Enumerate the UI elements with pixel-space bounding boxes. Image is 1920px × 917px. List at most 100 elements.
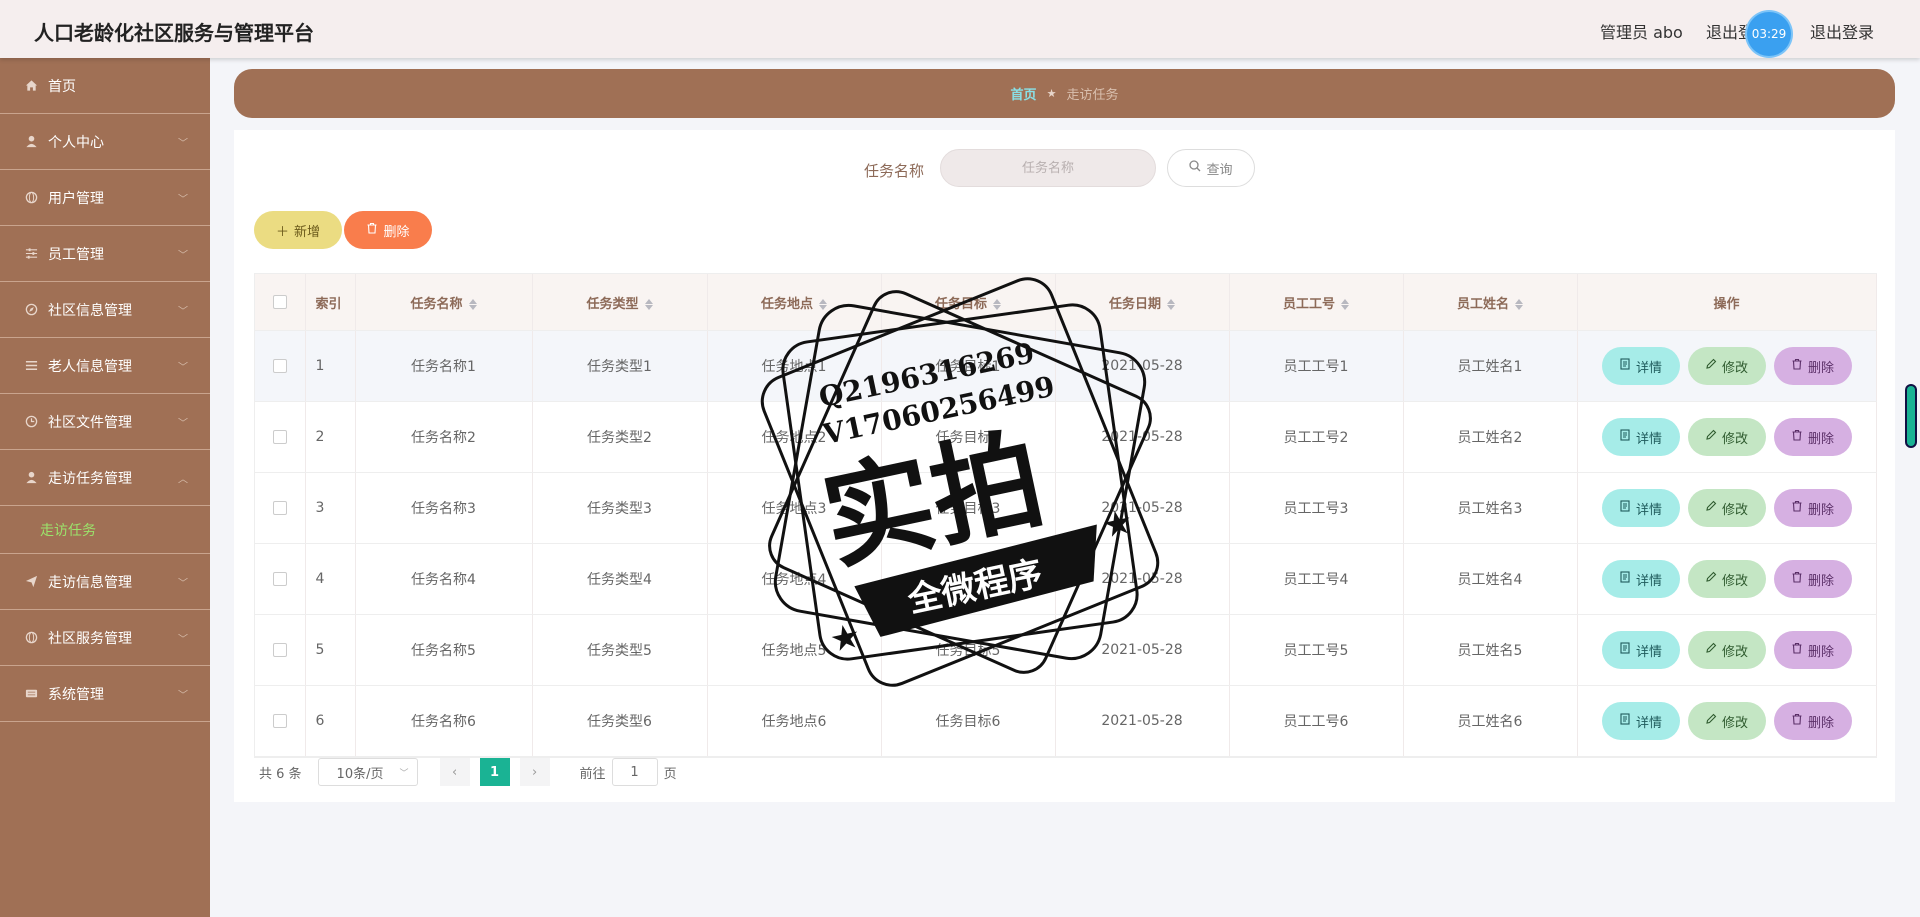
delete-button[interactable]: 删除	[1773, 418, 1852, 456]
detail-button[interactable]: 详情	[1601, 489, 1680, 527]
col-task-type[interactable]: 任务类型	[532, 274, 708, 331]
edit-button[interactable]: 修改	[1687, 347, 1766, 385]
table-row[interactable]: 1 任务名称1 任务类型1 任务地点1 任务目标1 2021-05-28 员工工号1 员工姓名…	[255, 330, 1877, 402]
timer-badge[interactable]: 03:29	[1747, 12, 1791, 56]
cell-date: 2021-05-28	[1055, 401, 1230, 473]
cell-type: 任务类型6	[532, 685, 708, 757]
pencil-icon	[1705, 429, 1717, 445]
add-button[interactable]: ＋ 新增	[254, 211, 342, 249]
table-row[interactable]: 2 任务名称2 任务类型2 任务地点2 任务目标2 2021-05-28 员工工号2 员工姓名…	[255, 401, 1877, 473]
cell-name: 任务名称2	[355, 401, 533, 473]
chevron-down-icon: ﹀	[178, 194, 188, 205]
sort-icon[interactable]	[1341, 298, 1349, 311]
goto-page-input[interactable]	[611, 758, 658, 786]
row-checkbox[interactable]	[272, 501, 287, 515]
chevron-down-icon: ﹀	[178, 138, 188, 149]
breadcrumb-home[interactable]: 首页	[1011, 84, 1037, 103]
row-checkbox[interactable]	[272, 572, 287, 586]
sidebar-item-label: 系统管理	[48, 686, 104, 703]
sidebar-item-home[interactable]: 首页	[0, 58, 210, 114]
cell-name: 任务名称3	[355, 472, 533, 544]
col-task-date[interactable]: 任务日期	[1055, 274, 1230, 331]
search-icon	[1189, 160, 1201, 176]
col-emp-no[interactable]: 员工工号	[1229, 274, 1404, 331]
table-row[interactable]: 6 任务名称6 任务类型6 任务地点6 任务目标6 2021-05-28 员工工号6 员工姓名…	[255, 685, 1877, 757]
sidebar-item-users[interactable]: 用户管理 ﹀	[0, 170, 210, 226]
row-checkbox[interactable]	[272, 714, 287, 728]
sidebar-item-visit-task-mgmt[interactable]: 走访任务管理 ︿	[0, 450, 210, 506]
edit-button[interactable]: 修改	[1687, 702, 1766, 740]
col-emp-name[interactable]: 员工姓名	[1403, 274, 1578, 331]
search-button[interactable]: 查询	[1167, 149, 1255, 187]
cell-actions: 详情 修改 删除	[1577, 472, 1877, 544]
document-icon	[1619, 642, 1631, 658]
edit-button-label: 修改	[1721, 360, 1748, 376]
sidebar-item-community-service[interactable]: 社区服务管理 ﹀	[0, 610, 210, 666]
batch-delete-button[interactable]: 删除	[344, 211, 432, 249]
logout-link[interactable]: 退出登录	[1810, 19, 1874, 43]
sidebar-item-label: 老人信息管理	[48, 358, 132, 375]
cell-date: 2021-05-28	[1055, 614, 1230, 686]
row-checkbox[interactable]	[272, 359, 287, 373]
delete-button[interactable]: 删除	[1773, 702, 1852, 740]
edit-button[interactable]: 修改	[1687, 560, 1766, 598]
delete-button[interactable]: 删除	[1773, 560, 1852, 598]
search-input[interactable]	[940, 149, 1156, 187]
cell-actions: 详情 修改 删除	[1577, 685, 1877, 757]
sidebar-item-community-files[interactable]: 社区文件管理 ﹀	[0, 394, 210, 450]
page-button-1[interactable]: 1	[479, 758, 510, 786]
sort-icon[interactable]	[819, 298, 827, 311]
select-all-checkbox[interactable]	[272, 295, 287, 309]
detail-button[interactable]: 详情	[1601, 702, 1680, 740]
edit-button-label: 修改	[1721, 502, 1748, 518]
detail-button[interactable]: 详情	[1601, 347, 1680, 385]
chevron-down-icon: ﹀	[178, 418, 188, 429]
edit-button[interactable]: 修改	[1687, 631, 1766, 669]
chevron-down-icon: ﹀	[399, 768, 409, 779]
delete-button[interactable]: 删除	[1773, 489, 1852, 527]
delete-button[interactable]: 删除	[1773, 631, 1852, 669]
prev-page-button[interactable]: ‹	[439, 758, 470, 786]
cell-target: 任务目标1	[881, 330, 1056, 402]
side-scroll-handle[interactable]	[1907, 386, 1915, 446]
edit-button[interactable]: 修改	[1687, 489, 1766, 527]
sort-icon[interactable]	[1515, 298, 1523, 311]
sidebar-item-community-info[interactable]: 社区信息管理 ﹀	[0, 282, 210, 338]
row-checkbox[interactable]	[272, 430, 287, 444]
trash-icon	[1791, 358, 1803, 374]
table-row[interactable]: 4 任务名称4 任务类型4 任务地点4 任务目标4 2021-05-28 员工工号4 员工姓名…	[255, 543, 1877, 615]
detail-button-label: 详情	[1635, 573, 1662, 589]
edit-button[interactable]: 修改	[1687, 418, 1766, 456]
sidebar-item-visit-info[interactable]: 走访信息管理 ﹀	[0, 554, 210, 610]
table-row[interactable]: 3 任务名称3 任务类型3 任务地点3 任务目标3 2021-05-28 员工工号3 员工姓名…	[255, 472, 1877, 544]
table-row[interactable]: 5 任务名称5 任务类型5 任务地点5 任务目标5 2021-05-28 员工工号5 员工姓名…	[255, 614, 1877, 686]
row-checkbox[interactable]	[272, 643, 287, 657]
sort-icon[interactable]	[1167, 298, 1175, 311]
detail-button[interactable]: 详情	[1601, 418, 1680, 456]
sort-icon[interactable]	[644, 298, 653, 311]
sidebar-item-personal[interactable]: 个人中心 ﹀	[0, 114, 210, 170]
batch-delete-label: 删除	[383, 224, 410, 240]
sidebar: 首页 个人中心 ﹀ 用户管理 ﹀ 员工管理 ﹀ 社区信息管理 ﹀ 老人信息管理 …	[0, 58, 210, 917]
sidebar-item-elder-info[interactable]: 老人信息管理 ﹀	[0, 338, 210, 394]
sidebar-subitem-visit-task[interactable]: 走访任务	[0, 506, 210, 554]
next-page-button[interactable]: ›	[519, 758, 550, 786]
row-select-cell	[255, 472, 306, 544]
col-task-target[interactable]: 任务目标	[881, 274, 1056, 331]
sort-icon[interactable]	[468, 298, 477, 311]
cell-target: 任务目标6	[881, 685, 1056, 757]
sidebar-item-label: 社区信息管理	[48, 302, 132, 319]
cell-emp-no: 员工工号3	[1229, 472, 1404, 544]
detail-button[interactable]: 详情	[1601, 631, 1680, 669]
delete-button[interactable]: 删除	[1773, 347, 1852, 385]
sort-icon[interactable]	[993, 298, 1001, 311]
col-task-place[interactable]: 任务地点	[707, 274, 882, 331]
sidebar-item-staff[interactable]: 员工管理 ﹀	[0, 226, 210, 282]
detail-button[interactable]: 详情	[1601, 560, 1680, 598]
cell-place: 任务地点6	[707, 685, 882, 757]
app-header: 人口老龄化社区服务与管理平台 管理员 abo 退出登 03:29 退出登录	[0, 0, 1920, 58]
sidebar-item-system[interactable]: 系统管理 ﹀	[0, 666, 210, 722]
col-task-name[interactable]: 任务名称	[355, 274, 533, 331]
page-size-select[interactable]: 10条/页 ﹀	[317, 758, 418, 786]
cell-place: 任务地点4	[707, 543, 882, 615]
